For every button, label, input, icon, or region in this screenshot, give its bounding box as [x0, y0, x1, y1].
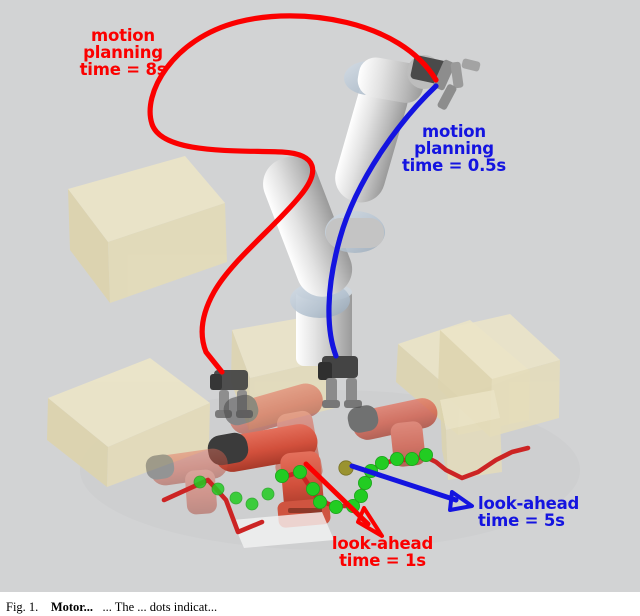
- caption-title: Motor...: [50, 600, 94, 614]
- red-motion-planning-path: [147, 13, 439, 375]
- annotation-look-ahead-red: look-ahead time = 1s: [331, 534, 434, 570]
- caption-label: Fig. 1.: [6, 600, 39, 614]
- caption-text: ... The ... dots indicat...: [102, 600, 218, 614]
- figure-caption: Fig. 1. Motor... ... The ... dots indica…: [0, 592, 640, 616]
- annotation-look-ahead-blue: look-ahead time = 5s: [478, 494, 580, 530]
- annotation-motion-planning-red: motion planning time = 8s: [79, 26, 167, 79]
- figure-image: motion planning time = 8s motion plannin…: [0, 0, 640, 592]
- figure-page: motion planning time = 8s motion plannin…: [0, 0, 640, 616]
- annotation-motion-planning-blue: motion planning time = 0.5s: [401, 122, 507, 175]
